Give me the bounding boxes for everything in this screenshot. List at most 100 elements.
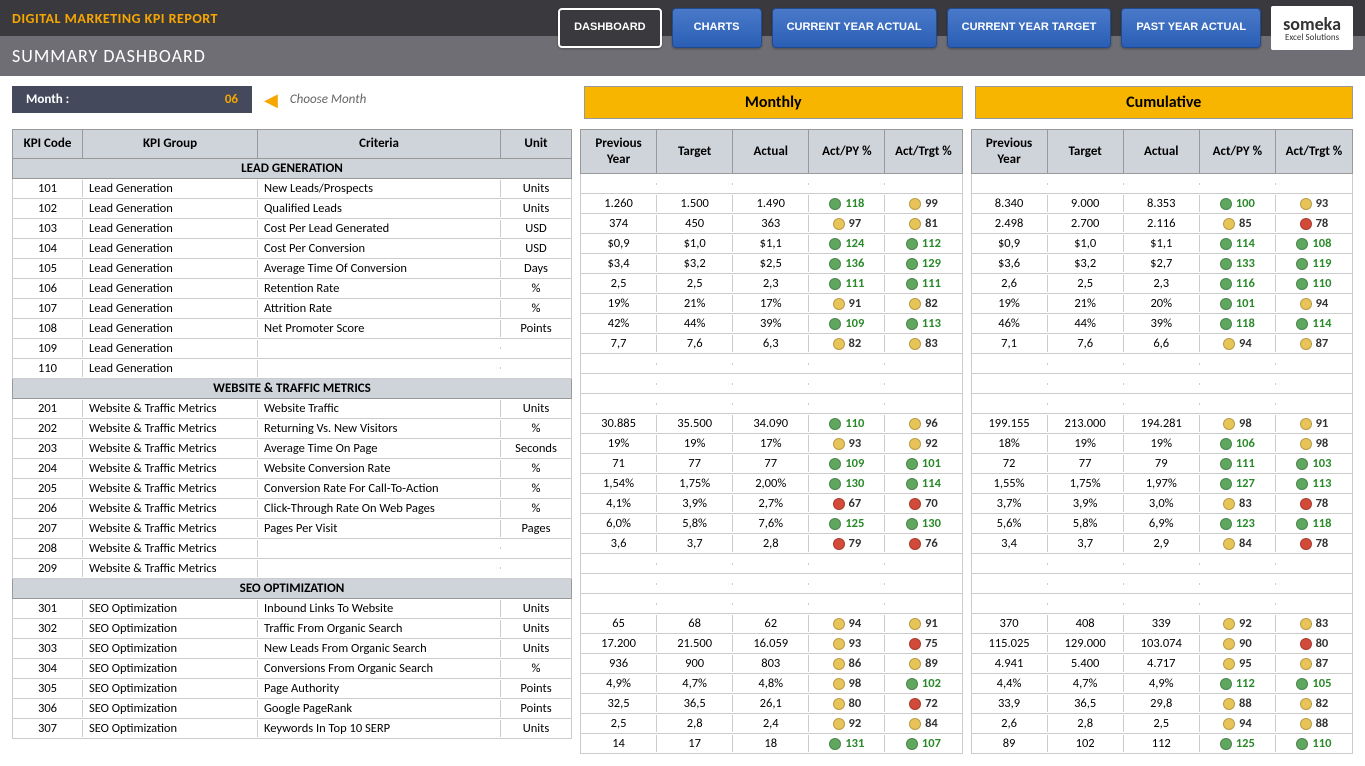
spacer-row [580, 594, 963, 614]
status-dot-icon [833, 338, 845, 350]
kpi-row: 208 Website & Traffic Metrics [12, 539, 572, 559]
kpi-group: Lead Generation [83, 320, 258, 337]
status-dot-icon [829, 738, 841, 750]
cy-actual-button[interactable]: CURRENT YEAR ACTUAL [772, 8, 937, 48]
status-cell: 95 [1200, 655, 1276, 672]
status-cell: 113 [1276, 475, 1352, 492]
status-dot-icon [1300, 698, 1312, 710]
data-row [580, 574, 963, 594]
data-row: 2,5 2,5 2,3 111111 [580, 274, 963, 294]
data-row: 4,1% 3,9% 2,7% 6770 [580, 494, 963, 514]
status-cell: 82 [885, 295, 961, 312]
kpi-group: Website & Traffic Metrics [83, 440, 258, 457]
kpi-row: 108 Lead Generation Net Promoter Score P… [12, 319, 572, 339]
nav-bar: DASHBOARD CHARTS CURRENT YEAR ACTUAL CUR… [558, 6, 1353, 50]
dashboard-button[interactable]: DASHBOARD [558, 8, 662, 48]
status-cell: 97 [809, 215, 885, 232]
status-dot-icon [906, 258, 918, 270]
status-cell: 76 [885, 535, 961, 552]
kpi-group: Lead Generation [83, 240, 258, 257]
data-row: 2,6 2,8 2,5 9488 [971, 714, 1354, 734]
kpi-code: 304 [13, 660, 83, 677]
status-cell: 92 [1200, 615, 1276, 632]
kpi-unit: Days [501, 260, 571, 277]
data-row: 19% 21% 20% 10194 [971, 294, 1354, 314]
data-row: 3,4 3,7 2,9 8478 [971, 534, 1354, 554]
spacer-row [580, 174, 963, 194]
kpi-row: 205 Website & Traffic Metrics Conversion… [12, 479, 572, 499]
status-dot-icon [1220, 678, 1232, 690]
kpi-criteria [258, 547, 501, 549]
status-dot-icon [1223, 638, 1235, 650]
status-dot-icon [833, 638, 845, 650]
spacer-row [971, 174, 1354, 194]
status-dot-icon [829, 458, 841, 470]
data-row: 30.885 35.500 34.090 11096 [580, 414, 963, 434]
kpi-criteria: Pages Per Visit [258, 520, 501, 537]
kpi-criteria [258, 347, 501, 349]
kpi-row: 201 Website & Traffic Metrics Website Tr… [12, 399, 572, 419]
status-dot-icon [1223, 618, 1235, 630]
status-cell: 114 [885, 475, 961, 492]
status-cell: 125 [1200, 735, 1276, 752]
status-cell: 93 [809, 435, 885, 452]
status-cell: 118 [1200, 315, 1276, 332]
kpi-row: 307 SEO Optimization Keywords In Top 10 … [12, 719, 572, 739]
kpi-criteria: Average Time On Page [258, 440, 501, 457]
kpi-unit [501, 367, 571, 369]
status-dot-icon [906, 238, 918, 250]
cy-target-button[interactable]: CURRENT YEAR TARGET [947, 8, 1112, 48]
data-row: 19% 21% 17% 9182 [580, 294, 963, 314]
status-dot-icon [833, 698, 845, 710]
status-dot-icon [909, 698, 921, 710]
charts-button[interactable]: CHARTS [672, 8, 762, 48]
status-dot-icon [1220, 438, 1232, 450]
status-cell: 130 [809, 475, 885, 492]
spacer-row [971, 394, 1354, 414]
status-dot-icon [906, 458, 918, 470]
status-dot-icon [829, 258, 841, 270]
kpi-code: 306 [13, 700, 83, 717]
status-dot-icon [1296, 478, 1308, 490]
status-dot-icon [833, 438, 845, 450]
data-row: 17.200 21.500 16.059 9375 [580, 634, 963, 654]
status-cell: 127 [1200, 475, 1276, 492]
kpi-row: 204 Website & Traffic Metrics Website Co… [12, 459, 572, 479]
kpi-group: SEO Optimization [83, 620, 258, 637]
kpi-criteria: Returning Vs. New Visitors [258, 420, 501, 437]
status-cell: 114 [1200, 235, 1276, 252]
status-cell: 136 [809, 255, 885, 272]
month-selector[interactable]: Month : 06 [12, 86, 252, 113]
status-dot-icon [1220, 738, 1232, 750]
status-cell: 93 [1276, 195, 1352, 212]
kpi-row: 104 Lead Generation Cost Per Conversion … [12, 239, 572, 259]
kpi-code: 207 [13, 520, 83, 537]
status-cell: 80 [809, 695, 885, 712]
status-cell: 124 [809, 235, 885, 252]
status-cell: 111 [885, 275, 961, 292]
status-dot-icon [909, 538, 921, 550]
data-row: 89 102 112 125110 [971, 734, 1354, 754]
kpi-unit: Units [501, 600, 571, 617]
kpi-row: 107 Lead Generation Attrition Rate % [12, 299, 572, 319]
status-dot-icon [1223, 418, 1235, 430]
kpi-code: 205 [13, 480, 83, 497]
status-dot-icon [906, 318, 918, 330]
kpi-group: Lead Generation [83, 200, 258, 217]
kpi-group: Website & Traffic Metrics [83, 460, 258, 477]
data-row: 1.260 1.500 1.490 11899 [580, 194, 963, 214]
kpi-criteria: Inbound Links To Website [258, 600, 501, 617]
spacer-row [971, 594, 1354, 614]
choose-month-hint: Choose Month [290, 92, 366, 107]
status-dot-icon [1296, 738, 1308, 750]
status-cell: 129 [885, 255, 961, 272]
kpi-unit [501, 567, 571, 569]
py-actual-button[interactable]: PAST YEAR ACTUAL [1121, 8, 1261, 48]
status-cell: 96 [885, 415, 961, 432]
kpi-group: SEO Optimization [83, 640, 258, 657]
kpi-unit: Units [501, 640, 571, 657]
kpi-criteria: Conversions From Organic Search [258, 660, 501, 677]
kpi-unit: Points [501, 680, 571, 697]
status-cell: 98 [1276, 435, 1352, 452]
kpi-group: Website & Traffic Metrics [83, 500, 258, 517]
